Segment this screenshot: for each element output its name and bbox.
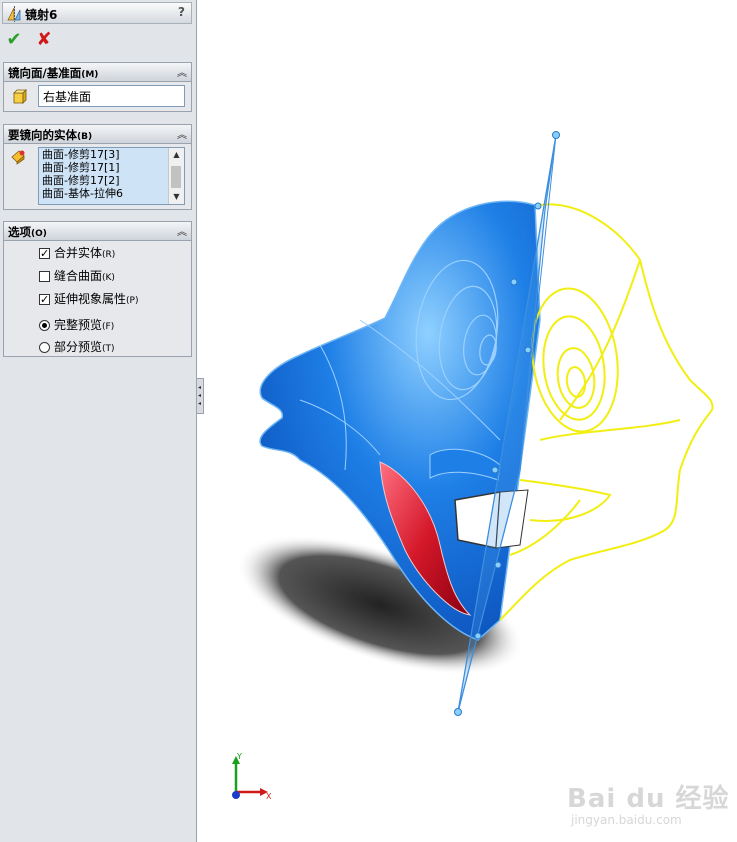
scroll-down-icon[interactable]: ▼ xyxy=(169,190,184,204)
watermark: Bai du 经验 jingyan.baidu.com xyxy=(567,778,730,827)
feature-title-bar: 镜射6 ? xyxy=(2,2,192,24)
collapse-icon[interactable]: ︽ xyxy=(177,223,187,238)
scroll-up-icon[interactable]: ▲ xyxy=(169,148,184,162)
collapse-icon[interactable]: ︽ xyxy=(177,126,187,141)
bodies-list[interactable]: 曲面-修剪17[3] 曲面-修剪17[1] 曲面-修剪17[2] 曲面-基体-拉… xyxy=(38,147,185,205)
mirror-face-field[interactable]: 右基准面 xyxy=(38,85,185,107)
options-group: 选项(O) ︽ 合并实体(R) 缝合曲面(K) 延伸视象属性(P) 完整预览(F… xyxy=(3,221,192,357)
feature-title: 镜射6 xyxy=(25,8,58,22)
collapse-icon[interactable]: ︽ xyxy=(177,64,187,79)
help-icon[interactable]: ? xyxy=(178,5,185,19)
options-header[interactable]: 选项(O) ︽ xyxy=(4,222,191,241)
list-item[interactable]: 曲面-修剪17[2] xyxy=(39,174,184,187)
mirror-icon xyxy=(7,6,21,22)
knit-checkbox[interactable]: 缝合曲面(K) xyxy=(39,267,115,285)
action-row: ✔ ✘ xyxy=(4,30,64,50)
bodies-title: 要镜向的实体(B) xyxy=(8,128,93,142)
propagate-checkbox[interactable]: 延伸视象属性(P) xyxy=(39,290,138,309)
radio-icon[interactable] xyxy=(39,320,50,331)
merge-checkbox[interactable]: 合并实体(R) xyxy=(39,244,115,263)
y-axis-label: Y xyxy=(236,752,242,761)
options-title: 选项(O) xyxy=(8,225,47,239)
x-axis-label: X xyxy=(266,792,272,801)
mirror-face-header[interactable]: 镜向面/基准面(M) ︽ xyxy=(4,63,191,82)
watermark-url: jingyan.baidu.com xyxy=(571,813,682,827)
bodies-group: 要镜向的实体(B) ︽ 曲面-修剪17[3] 曲面-修剪17[1] 曲面-修剪1… xyxy=(3,124,192,210)
list-item[interactable]: 曲面-修剪17[3] xyxy=(39,148,184,161)
mirror-face-title: 镜向面/基准面(M) xyxy=(8,66,99,80)
property-manager-panel: 镜射6 ? ✔ ✘ 镜向面/基准面(M) ︽ 右基准面 要镜向的实体(B) ︽ 曲… xyxy=(0,0,197,842)
full-preview-radio[interactable]: 完整预览(F) xyxy=(39,316,114,334)
plane-icon xyxy=(13,89,27,104)
list-item[interactable]: 曲面-修剪17[1] xyxy=(39,161,184,174)
checkbox-icon[interactable] xyxy=(39,245,50,263)
ok-button[interactable]: ✔ xyxy=(4,30,24,50)
body-select-icon xyxy=(11,150,25,165)
checkbox-icon[interactable] xyxy=(39,271,50,282)
list-scrollbar[interactable]: ▲ ▼ xyxy=(168,148,184,204)
bodies-header[interactable]: 要镜向的实体(B) ︽ xyxy=(4,125,191,144)
mirror-face-group: 镜向面/基准面(M) ︽ 右基准面 xyxy=(3,62,192,112)
partial-preview-radio[interactable]: 部分预览(T) xyxy=(39,338,115,356)
scroll-thumb[interactable] xyxy=(171,166,181,188)
cancel-button[interactable]: ✘ xyxy=(34,30,54,50)
coordinate-triad: Y X xyxy=(232,752,272,801)
list-item[interactable]: 曲面-基体-拉伸6 xyxy=(39,187,184,200)
graphics-viewport[interactable]: Y X xyxy=(198,0,737,842)
radio-icon[interactable] xyxy=(39,342,50,353)
watermark-brand: Bai du 经验 xyxy=(567,784,730,814)
checkbox-icon[interactable] xyxy=(39,291,50,309)
